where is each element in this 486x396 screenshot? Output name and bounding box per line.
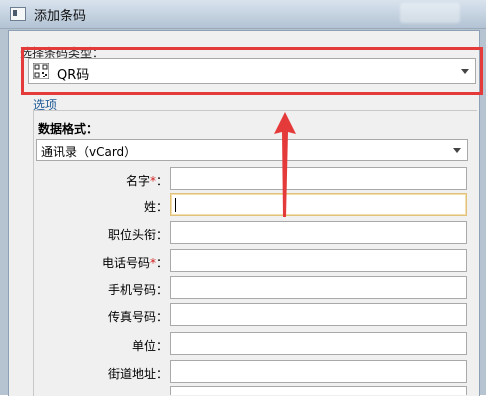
fax-label: 传真号码： bbox=[107, 310, 168, 324]
last-name-field[interactable] bbox=[170, 193, 467, 216]
fax-field[interactable] bbox=[170, 303, 467, 326]
field-row-mobile: 手机号码： bbox=[36, 276, 468, 300]
field-row-street: 街道地址： bbox=[36, 360, 468, 384]
company-label: 单位： bbox=[131, 339, 168, 353]
job-title-field[interactable] bbox=[170, 221, 467, 244]
first-name-field[interactable] bbox=[170, 167, 467, 190]
data-format-value: 通讯录（vCard） bbox=[41, 145, 137, 159]
window-title: 添加条码 bbox=[34, 9, 87, 24]
title-bar-controls bbox=[400, 3, 460, 23]
window-icon bbox=[10, 7, 26, 21]
field-row-fax: 传真号码： bbox=[36, 303, 468, 327]
data-format-label: 数据格式： bbox=[38, 122, 99, 136]
cutoff-field[interactable] bbox=[170, 386, 467, 395]
text-caret bbox=[175, 198, 176, 212]
job-title-label: 职位头衔： bbox=[107, 228, 168, 242]
last-name-label: 姓： bbox=[143, 200, 168, 214]
field-row-job-title: 职位头衔： bbox=[36, 221, 468, 245]
mobile-field[interactable] bbox=[170, 276, 467, 299]
field-row-first-name: 名字*： bbox=[36, 167, 468, 191]
mobile-label: 手机号码： bbox=[107, 283, 168, 297]
title-bar[interactable]: 添加条码 bbox=[0, 0, 486, 29]
field-row-last-name: 姓： bbox=[36, 193, 468, 217]
annotation-arrow-icon bbox=[274, 112, 296, 217]
phone-field[interactable] bbox=[170, 249, 467, 272]
company-field[interactable] bbox=[170, 332, 467, 355]
phone-label: 电话号码*： bbox=[101, 256, 168, 270]
add-barcode-window: 添加条码 选择条码类型： QR码 选项 数据格式： 通讯录（vCard） 名字*… bbox=[0, 0, 486, 396]
field-row-cutoff bbox=[36, 386, 468, 395]
street-field[interactable] bbox=[170, 360, 467, 383]
first-name-label: 名字*： bbox=[125, 174, 168, 188]
data-format-select[interactable]: 通讯录（vCard） bbox=[36, 139, 468, 161]
field-row-phone: 电话号码*： bbox=[36, 249, 468, 273]
field-row-company: 单位： bbox=[36, 332, 468, 356]
annotation-highlight-box bbox=[21, 47, 483, 95]
chevron-down-icon[interactable] bbox=[453, 148, 461, 153]
street-label: 街道地址： bbox=[107, 367, 168, 381]
